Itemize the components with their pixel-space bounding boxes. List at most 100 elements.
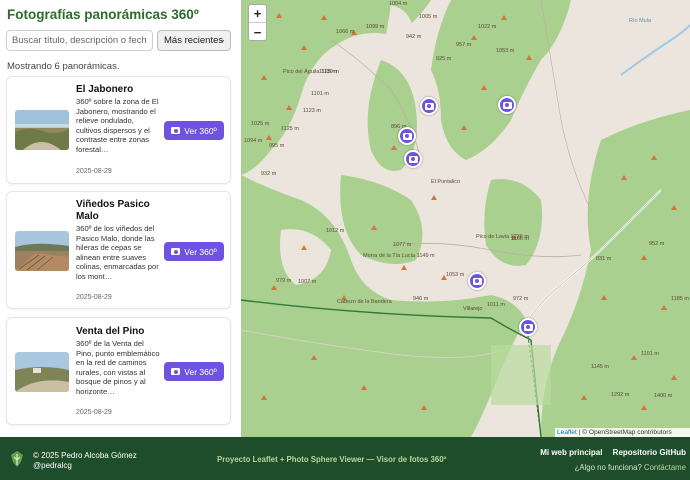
panorama-marker[interactable] <box>420 97 438 115</box>
panorama-marker[interactable] <box>398 127 416 145</box>
camera-icon <box>171 127 181 134</box>
panorama-thumbnail[interactable] <box>15 352 69 392</box>
card-date: 2025-08-29 <box>76 294 112 301</box>
map-label: 1007 m <box>298 279 317 285</box>
map-label: 972 m <box>513 296 529 302</box>
leaflet-link[interactable]: Leaflet <box>557 429 577 436</box>
map-label: 1025 m <box>251 121 270 127</box>
card-title: El Jabonero <box>76 84 134 95</box>
card-description: 360º de los viñedos del Pasico Malo, don… <box>76 224 159 281</box>
view-360-button[interactable]: Ver 360º <box>164 121 224 140</box>
map-label: Morra de la Tía Lucía 1149 m <box>363 253 435 259</box>
map-label: 1166 m <box>511 236 529 242</box>
panorama-marker[interactable] <box>498 96 516 114</box>
map-label: 1400 m <box>654 393 673 399</box>
map-label: 946 m <box>413 296 429 302</box>
zoom-control: + − <box>248 4 267 41</box>
map-label: 1292 m <box>611 392 630 398</box>
map-label: 925 m <box>436 56 452 62</box>
map-tiles: 1004 m 1005 m 1066 m 1099 m 942 m 957 m … <box>241 0 690 437</box>
author-handle[interactable]: @pedralcg <box>33 461 137 471</box>
card-description: 360º de la Venta del Pino, punto emblemá… <box>76 339 160 396</box>
map-label: 1101 m <box>311 91 329 97</box>
sidebar: Fotografías panorámicas 360º Más recient… <box>0 0 241 437</box>
camera-icon <box>502 101 512 109</box>
view-360-button[interactable]: Ver 360º <box>164 242 224 261</box>
map-label: 831 m <box>596 256 612 262</box>
map-label: 957 m <box>456 42 472 48</box>
map-label: 1099 m <box>366 24 385 30</box>
map-label: Río Mula <box>629 18 652 24</box>
camera-icon <box>171 248 181 255</box>
map-label: 942 m <box>406 34 422 40</box>
panorama-thumbnail[interactable] <box>15 231 69 271</box>
project-text[interactable]: Proyecto Leaflet + Photo Sphere Viewer —… <box>217 455 446 464</box>
sort-select[interactable]: Más recientes ⌄ <box>157 30 231 51</box>
camera-icon <box>402 132 412 140</box>
view-360-label: Ver 360º <box>184 246 217 257</box>
card-title: Viñedos Pasico Malo <box>76 199 150 222</box>
sort-selected-value: Más recientes <box>164 35 224 46</box>
result-count: Mostrando 6 panorámicas. <box>7 61 120 72</box>
feedback-line: ¿Algo no funciona? Contáctame <box>575 463 686 472</box>
logo-icon <box>11 451 23 467</box>
github-link[interactable]: Repositorio GitHub <box>613 448 686 457</box>
map-label: 1123 m <box>303 108 321 114</box>
map-label: 1011 m <box>487 302 505 308</box>
map-label: 1004 m <box>389 1 408 7</box>
panorama-marker[interactable] <box>468 272 486 290</box>
map-label: Cabezo de la Bandera <box>337 299 393 305</box>
map-label: 1145 m <box>591 364 609 370</box>
panorama-thumbnail[interactable] <box>15 110 69 150</box>
map-label: 1094 m <box>244 138 263 144</box>
page-title: Fotografías panorámicas 360º <box>7 7 199 22</box>
panorama-marker[interactable] <box>519 318 537 336</box>
footer-credits: © 2025 Pedro Alcoba Gómez @pedralcg <box>33 451 137 471</box>
card-title: Venta del Pino <box>76 326 145 337</box>
map-label: 1077 m <box>393 242 412 248</box>
map-label: Villarejo <box>463 306 482 312</box>
map-label: 1012 m <box>326 228 345 234</box>
view-360-label: Ver 360º <box>184 125 217 136</box>
map-label: 1053 m <box>496 48 515 54</box>
map-label: 1005 m <box>419 14 438 20</box>
map-label: 1125 m <box>281 126 299 132</box>
panorama-card[interactable]: Viñedos Pasico Malo 360º de los viñedos … <box>6 191 231 309</box>
panorama-marker[interactable] <box>404 150 422 168</box>
feedback-question: ¿Algo no funciona? <box>574 463 642 472</box>
view-360-label: Ver 360º <box>184 366 217 377</box>
copyright-text: © 2025 Pedro Alcoba Gómez <box>33 451 137 460</box>
camera-icon <box>424 102 434 110</box>
map-label: 979 m <box>276 278 292 284</box>
zoom-out-button[interactable]: − <box>249 23 266 41</box>
zoom-in-button[interactable]: + <box>249 5 266 23</box>
camera-icon <box>472 277 482 285</box>
panorama-card[interactable]: Venta del Pino 360º de la Venta del Pino… <box>6 317 231 425</box>
map-label: 932 m <box>261 171 277 177</box>
card-date: 2025-08-29 <box>76 168 112 175</box>
map-label: 1053 m <box>446 272 465 278</box>
map-label: 1101 m <box>641 351 659 357</box>
panorama-card[interactable]: El Jabonero 360º sobre la zona de El Jab… <box>6 76 231 184</box>
camera-icon <box>408 155 418 163</box>
map-label: 1066 m <box>336 29 355 35</box>
footer-links: Mi web principal Repositorio GitHub <box>532 448 686 457</box>
map-label: 1125 m <box>319 69 337 75</box>
map-label: El Puntalico <box>431 179 460 185</box>
web-link[interactable]: Mi web principal <box>540 448 602 457</box>
search-input[interactable] <box>6 30 153 51</box>
card-date: 2025-08-29 <box>76 409 112 416</box>
map-label: 952 m <box>649 241 665 247</box>
map-label: 1185 m <box>671 296 689 302</box>
map-label: 1022 m <box>478 24 497 30</box>
view-360-button[interactable]: Ver 360º <box>164 362 224 381</box>
osm-attribution[interactable]: | © OpenStreetMap contributors <box>579 429 672 436</box>
map-label: 995 m <box>269 143 285 149</box>
map[interactable]: 1004 m 1005 m 1066 m 1099 m 942 m 957 m … <box>241 0 690 437</box>
camera-icon <box>523 323 533 331</box>
chevron-down-icon: ⌄ <box>218 34 226 44</box>
card-description: 360º sobre la zona de El Jabonero, mostr… <box>76 97 159 154</box>
footer: © 2025 Pedro Alcoba Gómez @pedralcg Proy… <box>0 437 690 480</box>
camera-icon <box>171 368 181 375</box>
contact-link[interactable]: Contáctame <box>644 463 686 472</box>
